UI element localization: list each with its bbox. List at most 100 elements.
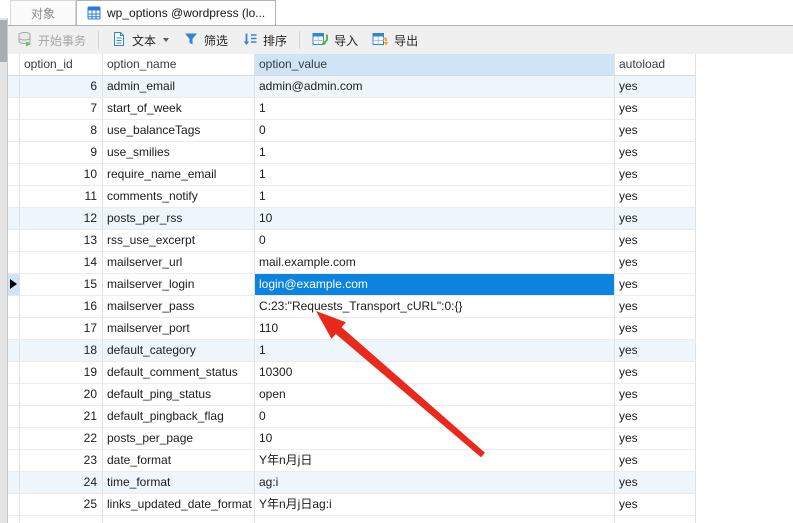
cell-option-value[interactable]: ag:i <box>255 472 615 494</box>
cell-option-name[interactable]: mailserver_port <box>103 318 255 340</box>
text-view-button[interactable]: 文本 <box>104 28 176 52</box>
left-scrollbar[interactable] <box>0 18 8 523</box>
cell-option-id[interactable]: 22 <box>20 428 103 450</box>
cell-option-name[interactable]: default_comment_status <box>103 362 255 384</box>
cell-option-value[interactable]: 10 <box>255 208 615 230</box>
cell-autoload[interactable]: yes <box>615 340 696 362</box>
cell-option-value[interactable]: open <box>255 384 615 406</box>
cell-option-id[interactable]: 8 <box>20 120 103 142</box>
cell-option-id[interactable]: 20 <box>20 384 103 406</box>
cell-autoload[interactable] <box>615 516 696 523</box>
current-row-indicator <box>10 279 17 289</box>
cell-option-id[interactable]: 11 <box>20 186 103 208</box>
tab-objects[interactable]: 对象 <box>10 0 77 25</box>
selected-cell[interactable]: login@example.com <box>255 274 615 296</box>
cell-option-value[interactable]: 1 <box>255 186 615 208</box>
cell-option-id[interactable]: 24 <box>20 472 103 494</box>
cell-autoload[interactable]: yes <box>615 384 696 406</box>
cell-option-value[interactable]: C:23:"Requests_Transport_cURL":0:{} <box>255 296 615 318</box>
cell-option-id[interactable]: 7 <box>20 98 103 120</box>
cell-autoload[interactable]: yes <box>615 252 696 274</box>
cell-autoload[interactable]: yes <box>615 296 696 318</box>
cell-option-value[interactable]: 10300 <box>255 362 615 384</box>
cell-option-name[interactable]: mailserver_pass <box>103 296 255 318</box>
cell-option-value[interactable]: 0 <box>255 406 615 428</box>
cell-autoload[interactable]: yes <box>615 472 696 494</box>
cell-option-name[interactable]: links_updated_date_format <box>103 494 255 516</box>
cell-option-value[interactable]: 1 <box>255 340 615 362</box>
cell-autoload[interactable]: yes <box>615 98 696 120</box>
cell-option-value[interactable] <box>255 516 615 523</box>
cell-autoload[interactable]: yes <box>615 208 696 230</box>
cell-option-name[interactable] <box>103 516 255 523</box>
cell-autoload[interactable]: yes <box>615 186 696 208</box>
column-header-option-name[interactable]: option_name <box>103 54 255 76</box>
cell-option-name[interactable]: require_name_email <box>103 164 255 186</box>
tab-table-wp-options[interactable]: wp_options @wordpress (lo... <box>76 0 277 25</box>
cell-option-name[interactable]: default_ping_status <box>103 384 255 406</box>
cell-option-value[interactable]: 1 <box>255 164 615 186</box>
cell-autoload[interactable]: yes <box>615 406 696 428</box>
cell-option-value[interactable]: Y年n月j日 <box>255 450 615 472</box>
cell-option-name[interactable]: comments_notify <box>103 186 255 208</box>
cell-option-id[interactable]: 16 <box>20 296 103 318</box>
cell-option-value[interactable]: mail.example.com <box>255 252 615 274</box>
import-button[interactable]: 导入 <box>305 28 365 52</box>
cell-option-name[interactable]: use_balanceTags <box>103 120 255 142</box>
cell-option-name[interactable]: default_category <box>103 340 255 362</box>
cell-option-name[interactable]: mailserver_login <box>103 274 255 296</box>
cell-option-id[interactable]: 13 <box>20 230 103 252</box>
cell-option-name[interactable]: posts_per_rss <box>103 208 255 230</box>
column-header-autoload[interactable]: autoload <box>615 54 696 76</box>
cell-option-id[interactable]: 17 <box>20 318 103 340</box>
cell-option-id[interactable]: 23 <box>20 450 103 472</box>
cell-option-value[interactable]: 10 <box>255 428 615 450</box>
begin-transaction-button[interactable]: 开始事务 <box>10 28 93 52</box>
cell-option-value[interactable]: 1 <box>255 142 615 164</box>
cell-autoload[interactable]: yes <box>615 142 696 164</box>
cell-option-name[interactable]: admin_email <box>103 76 255 98</box>
tab-bar: 对象 wp_options @wordpress (lo... <box>0 0 793 26</box>
cell-autoload[interactable]: yes <box>615 362 696 384</box>
filter-button[interactable]: 筛选 <box>176 28 235 52</box>
cell-option-id[interactable]: 9 <box>20 142 103 164</box>
cell-option-name[interactable]: posts_per_page <box>103 428 255 450</box>
cell-option-value[interactable]: 1 <box>255 98 615 120</box>
sort-button[interactable]: 排序 <box>235 28 294 52</box>
cell-option-id[interactable] <box>20 516 103 523</box>
column-header-option-value[interactable]: option_value <box>255 54 615 76</box>
cell-option-id[interactable]: 15 <box>20 274 103 296</box>
export-button[interactable]: 导出 <box>365 28 425 52</box>
cell-option-name[interactable]: default_pingback_flag <box>103 406 255 428</box>
cell-option-id[interactable]: 25 <box>20 494 103 516</box>
cell-autoload[interactable]: yes <box>615 120 696 142</box>
cell-option-name[interactable]: time_format <box>103 472 255 494</box>
cell-option-name[interactable]: mailserver_url <box>103 252 255 274</box>
cell-autoload[interactable]: yes <box>615 428 696 450</box>
cell-autoload[interactable]: yes <box>615 230 696 252</box>
cell-option-id[interactable]: 19 <box>20 362 103 384</box>
cell-option-name[interactable]: date_format <box>103 450 255 472</box>
cell-option-id[interactable]: 18 <box>20 340 103 362</box>
cell-option-value[interactable]: Y年n月j日ag:i <box>255 494 615 516</box>
cell-option-name[interactable]: use_smilies <box>103 142 255 164</box>
cell-option-id[interactable]: 14 <box>20 252 103 274</box>
cell-autoload[interactable]: yes <box>615 76 696 98</box>
cell-option-value[interactable]: 110 <box>255 318 615 340</box>
cell-autoload[interactable]: yes <box>615 318 696 340</box>
cell-option-value[interactable]: 0 <box>255 230 615 252</box>
cell-option-name[interactable]: rss_use_excerpt <box>103 230 255 252</box>
cell-option-id[interactable]: 21 <box>20 406 103 428</box>
cell-autoload[interactable]: yes <box>615 450 696 472</box>
cell-option-value[interactable]: admin@admin.com <box>255 76 615 98</box>
column-header-option-id[interactable]: option_id <box>20 54 103 76</box>
cell-option-id[interactable]: 12 <box>20 208 103 230</box>
cell-option-name[interactable]: start_of_week <box>103 98 255 120</box>
scrollbar-thumb[interactable] <box>0 20 7 62</box>
cell-option-id[interactable]: 10 <box>20 164 103 186</box>
cell-autoload[interactable]: yes <box>615 164 696 186</box>
cell-autoload[interactable]: yes <box>615 274 696 296</box>
cell-option-value[interactable]: 0 <box>255 120 615 142</box>
cell-option-id[interactable]: 6 <box>20 76 103 98</box>
cell-autoload[interactable]: yes <box>615 494 696 516</box>
